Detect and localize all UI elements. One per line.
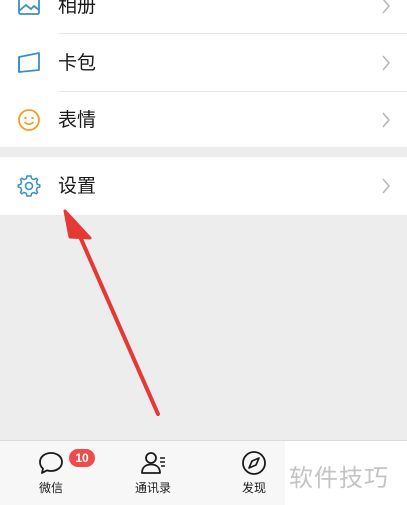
card-wallet-icon xyxy=(17,51,41,75)
tab-label: 通讯录 xyxy=(134,481,171,495)
chat-bubble-icon xyxy=(37,449,65,477)
album-icon xyxy=(17,0,41,18)
menu-item-album[interactable]: 相册 xyxy=(0,0,407,26)
chevron-right-icon xyxy=(381,0,391,14)
unread-badge: 10 xyxy=(69,449,95,467)
chevron-right-icon xyxy=(381,55,391,71)
compass-icon xyxy=(240,449,268,477)
menu-group-top: 相册 卡包 表情 xyxy=(0,0,407,147)
menu-item-emoji[interactable]: 表情 xyxy=(0,92,407,147)
gear-icon xyxy=(17,174,41,198)
watermark-text: 软件技巧 xyxy=(289,464,389,492)
contacts-icon xyxy=(139,449,167,477)
menu-item-settings[interactable]: 设置 xyxy=(0,157,407,215)
tab-label: 发现 xyxy=(241,481,266,495)
chevron-right-icon xyxy=(381,178,391,194)
menu-item-label: 设置 xyxy=(58,175,97,197)
tab-chats[interactable]: 10 微信 xyxy=(11,441,95,505)
menu-group-settings: 设置 xyxy=(0,157,407,215)
tab-contacts[interactable]: 通讯录 xyxy=(113,441,193,505)
emoji-icon xyxy=(17,108,41,132)
menu-item-label: 卡包 xyxy=(58,52,97,74)
menu-item-label: 相册 xyxy=(58,0,97,17)
tab-label: 微信 xyxy=(38,481,63,495)
menu-item-label: 表情 xyxy=(58,109,97,131)
chevron-right-icon xyxy=(381,112,391,128)
tab-discover[interactable]: 发现 xyxy=(214,441,294,505)
menu-item-card-wallet[interactable]: 卡包 xyxy=(0,34,407,91)
